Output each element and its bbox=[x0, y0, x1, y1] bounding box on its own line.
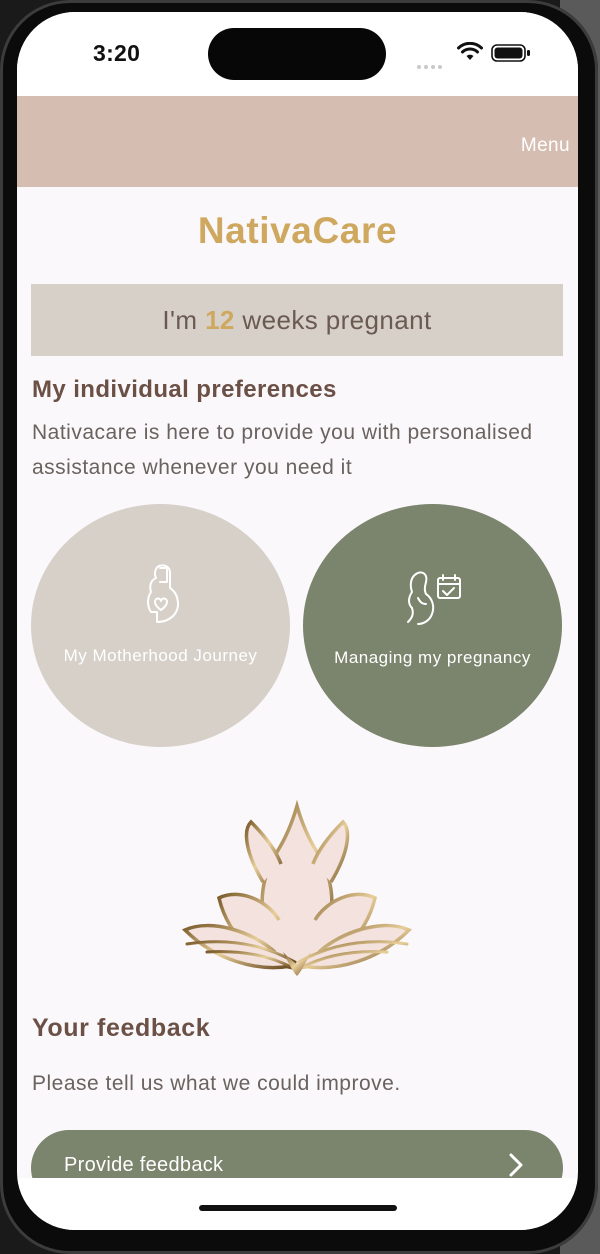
managing-pregnancy-button[interactable]: Managing my pregnancy bbox=[303, 504, 562, 747]
provide-feedback-label: Provide feedback bbox=[64, 1154, 224, 1176]
motherhood-journey-label: My Motherhood Journey bbox=[63, 646, 258, 665]
preferences-description: Nativacare is here to provide you with p… bbox=[32, 421, 533, 479]
lotus-illustration bbox=[181, 799, 413, 976]
chevron-right-icon bbox=[509, 1153, 523, 1177]
pregnancy-weeks-banner: I'm 12 weeks pregnant bbox=[31, 284, 563, 356]
managing-pregnancy-label: Managing my pregnancy bbox=[334, 648, 531, 667]
wifi-icon bbox=[457, 42, 483, 60]
status-bar: 3:20 bbox=[17, 12, 578, 96]
preferences-heading: My individual preferences bbox=[32, 376, 337, 403]
home-indicator[interactable] bbox=[199, 1205, 397, 1211]
dynamic-island bbox=[208, 28, 386, 80]
motherhood-journey-button[interactable]: My Motherhood Journey bbox=[31, 504, 290, 747]
app-title: NativaCare bbox=[197, 210, 398, 251]
weeks-count: 12 bbox=[205, 305, 235, 335]
pregnant-heart-icon bbox=[146, 564, 179, 623]
bottom-safe-area bbox=[17, 1178, 578, 1230]
weeks-prefix: I'm bbox=[162, 305, 206, 335]
feedback-description: Please tell us what we could improve. bbox=[32, 1072, 401, 1095]
app-screen: 3:20 Menu NativaCare I'm 12 weeks pregna… bbox=[17, 12, 578, 1230]
app-header: Menu bbox=[17, 96, 578, 187]
phone-frame: 3:20 Menu NativaCare I'm 12 weeks pregna… bbox=[0, 0, 598, 1254]
weeks-suffix: weeks pregnant bbox=[234, 305, 432, 335]
pregnant-calendar-icon bbox=[406, 571, 461, 625]
feedback-heading: Your feedback bbox=[32, 1014, 211, 1042]
cellular-signal-icon bbox=[417, 56, 447, 69]
status-time: 3:20 bbox=[93, 40, 141, 66]
battery-icon bbox=[491, 44, 530, 62]
menu-button[interactable]: Menu bbox=[521, 135, 570, 157]
